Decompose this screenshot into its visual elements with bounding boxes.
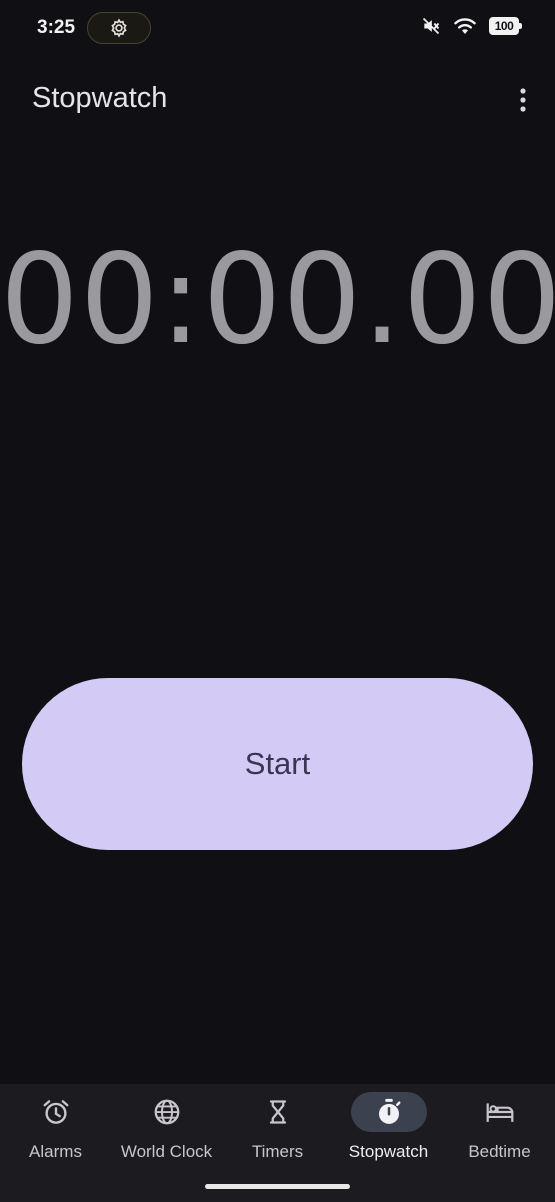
start-button-label: Start xyxy=(244,746,311,781)
status-time: 3:25 xyxy=(37,17,76,38)
nav-label: World Clock xyxy=(120,1142,213,1161)
battery-level: 100 xyxy=(494,19,514,33)
nav-label: Bedtime xyxy=(468,1142,531,1161)
bed-icon xyxy=(486,1103,513,1122)
status-settings-chip[interactable] xyxy=(87,12,151,44)
nav-label: Stopwatch xyxy=(348,1142,429,1161)
battery-icon: 100 xyxy=(489,17,522,35)
nav-item-alarms[interactable]: Alarms xyxy=(0,1084,111,1184)
nav-icon-container xyxy=(131,1092,203,1132)
nav-icon-container xyxy=(20,1092,92,1132)
app-bar: Stopwatch xyxy=(0,72,555,128)
globe-icon xyxy=(154,1099,179,1125)
settings-icon xyxy=(111,18,127,38)
more-options-button[interactable] xyxy=(505,80,541,120)
mute-icon xyxy=(422,17,440,35)
alarm-icon xyxy=(43,1100,68,1124)
status-bar: 3:25 100 xyxy=(0,0,555,56)
nav-icon-container-active xyxy=(350,1092,427,1132)
start-button[interactable]: Start xyxy=(22,678,533,850)
nav-item-timers[interactable]: Timers xyxy=(222,1084,333,1184)
more-vert-icon xyxy=(520,88,526,112)
nav-label: Alarms xyxy=(29,1142,82,1161)
nav-item-stopwatch[interactable]: Stopwatch xyxy=(333,1084,444,1184)
nav-item-bedtime[interactable]: Bedtime xyxy=(444,1084,555,1184)
nav-icon-container xyxy=(464,1092,536,1132)
page-title: Stopwatch xyxy=(32,82,168,114)
stopwatch-icon xyxy=(378,1098,400,1124)
nav-label: Timers xyxy=(251,1142,304,1161)
wifi-icon xyxy=(454,18,476,34)
stopwatch-display: 00:00.00 xyxy=(0,228,555,372)
nav-item-world-clock[interactable]: World Clock xyxy=(111,1084,222,1184)
hourglass-icon xyxy=(269,1100,286,1124)
nav-icon-container xyxy=(242,1092,314,1132)
status-icons: 100 xyxy=(421,16,522,36)
home-indicator[interactable] xyxy=(205,1184,350,1189)
